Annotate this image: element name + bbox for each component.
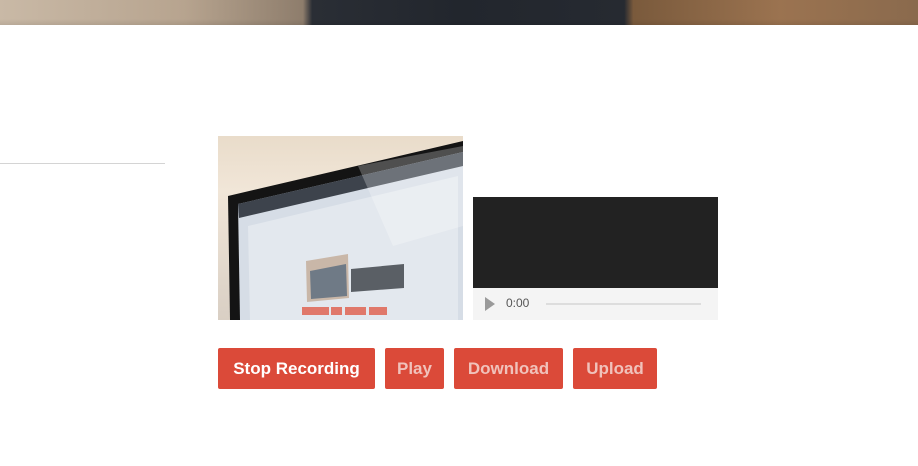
- video-controls: 0:00: [473, 288, 718, 320]
- download-button[interactable]: Download: [454, 348, 563, 389]
- stop-recording-button[interactable]: Stop Recording: [218, 348, 375, 389]
- video-progress-bar[interactable]: [546, 303, 701, 305]
- video-screen[interactable]: [473, 197, 718, 288]
- play-button[interactable]: Play: [385, 348, 444, 389]
- sidebar-divider: [0, 163, 165, 164]
- video-player[interactable]: 0:00: [473, 197, 718, 320]
- webcam-preview: [218, 136, 463, 320]
- play-icon[interactable]: [485, 297, 495, 311]
- header-banner-image: [0, 0, 918, 25]
- upload-button[interactable]: Upload: [573, 348, 657, 389]
- video-time: 0:00: [506, 296, 530, 310]
- webcam-frame-image: [228, 141, 463, 320]
